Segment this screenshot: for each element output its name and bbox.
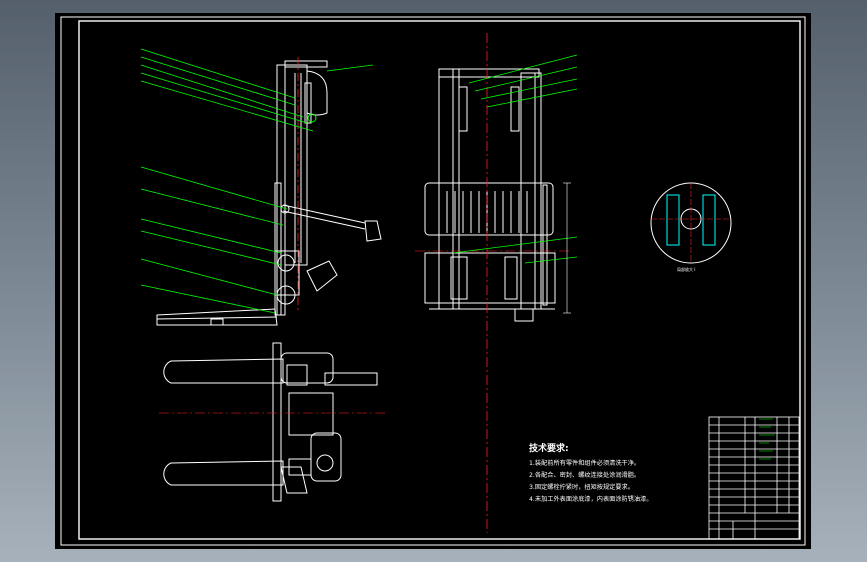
note-1: 1.装配前所有零件和组件必须清洗干净。 bbox=[529, 459, 640, 467]
front-leaders bbox=[452, 54, 578, 264]
notes-title: 技术要求: bbox=[529, 442, 569, 454]
assembly-drawing: 局部放大 I 技术要求: 1.装配前所有零件和组件必须清洗干净。 2.各配合、密… bbox=[60, 16, 806, 546]
detail-label: 局部放大 I bbox=[677, 266, 695, 272]
technical-notes: 技术要求: 1.装配前所有零件和组件必须清洗干净。 2.各配合、密封、螺纹连接处… bbox=[529, 442, 652, 503]
title-block bbox=[708, 416, 800, 540]
cad-viewport[interactable]: 局部放大 I 技术要求: 1.装配前所有零件和组件必须清洗干净。 2.各配合、密… bbox=[55, 13, 811, 549]
note-3: 3.固定螺栓拧紧时，扭矩按规定要求。 bbox=[529, 483, 634, 491]
note-4: 4.未加工外表面涂底漆，内表面涂防锈油漆。 bbox=[529, 495, 652, 503]
detail-view: 局部放大 I bbox=[650, 182, 732, 272]
note-2: 2.各配合、密封、螺纹连接处涂润滑脂。 bbox=[529, 471, 640, 479]
side-leaders bbox=[140, 48, 374, 314]
plan-view bbox=[163, 342, 378, 502]
front-dimension bbox=[563, 182, 571, 314]
outer-border bbox=[60, 16, 806, 546]
side-view bbox=[156, 60, 382, 326]
